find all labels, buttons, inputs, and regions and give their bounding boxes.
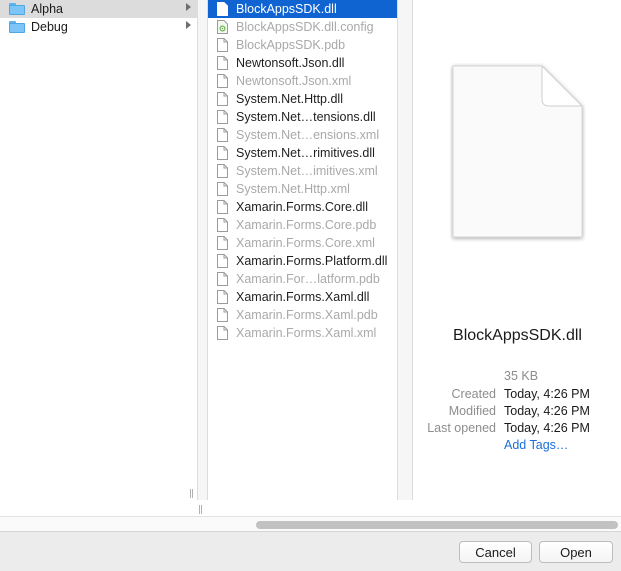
folder-item[interactable]: Alpha bbox=[0, 0, 197, 18]
file-label: BlockAppsSDK.dll bbox=[236, 2, 337, 16]
dialog-footer: Cancel Open bbox=[0, 531, 621, 571]
horizontal-scrollbar[interactable] bbox=[0, 516, 621, 531]
document-icon bbox=[217, 254, 236, 268]
preview-size: 35 KB bbox=[504, 369, 539, 383]
meta-label: Modified bbox=[448, 404, 496, 418]
file-item[interactable]: Xamarin.Forms.Xaml.xml bbox=[208, 324, 397, 342]
file-item[interactable]: Xamarin.Forms.Platform.dll bbox=[208, 252, 397, 270]
file-item[interactable]: System.Net…rimitives.dll bbox=[208, 144, 397, 162]
document-icon bbox=[217, 326, 236, 340]
file-item[interactable]: Xamarin.For…latform.pdb bbox=[208, 270, 397, 288]
document-icon bbox=[217, 2, 236, 16]
file-label: Xamarin.Forms.Core.pdb bbox=[236, 218, 377, 232]
meta-label: Last opened bbox=[427, 421, 496, 435]
file-label: Xamarin.Forms.Xaml.pdb bbox=[236, 308, 378, 322]
file-item[interactable]: Xamarin.Forms.Core.xml bbox=[208, 234, 397, 252]
folder-item[interactable]: Debug bbox=[0, 18, 197, 36]
meta-value: Today, 4:26 PM bbox=[504, 421, 590, 435]
file-label: Newtonsoft.Json.xml bbox=[236, 74, 352, 88]
file-item[interactable]: BlockAppsSDK.dll bbox=[208, 0, 397, 18]
preview-filename: BlockAppsSDK.dll bbox=[453, 327, 582, 344]
file-item[interactable]: System.Net…tensions.dll bbox=[208, 108, 397, 126]
document-icon bbox=[217, 182, 236, 196]
file-item[interactable]: System.Net.Http.xml bbox=[208, 180, 397, 198]
file-label: Xamarin.Forms.Core.dll bbox=[236, 200, 368, 214]
config-file-icon bbox=[217, 20, 236, 34]
file-label: Xamarin.For…latform.pdb bbox=[236, 272, 380, 286]
file-label: System.Net…imitives.xml bbox=[236, 164, 378, 178]
meta-value: Today, 4:26 PM bbox=[504, 404, 590, 418]
chevron-right-icon bbox=[186, 21, 191, 29]
file-item[interactable]: Xamarin.Forms.Xaml.dll bbox=[208, 288, 397, 306]
folder-icon bbox=[9, 3, 25, 15]
document-icon bbox=[217, 56, 236, 70]
file-label: Xamarin.Forms.Xaml.dll bbox=[236, 290, 370, 304]
column-resize-handle[interactable]: || bbox=[187, 488, 195, 500]
document-icon bbox=[217, 290, 236, 304]
document-icon bbox=[217, 218, 236, 232]
document-icon bbox=[217, 74, 236, 88]
document-icon bbox=[217, 146, 236, 160]
folder-label: Debug bbox=[31, 20, 68, 34]
folder-list: Alpha Debug bbox=[0, 0, 197, 36]
file-item[interactable]: Xamarin.Forms.Core.pdb bbox=[208, 216, 397, 234]
document-icon bbox=[217, 308, 236, 322]
document-icon bbox=[217, 272, 236, 286]
file-item[interactable]: BlockAppsSDK.pdb bbox=[208, 36, 397, 54]
column-divider bbox=[198, 0, 207, 500]
meta-label: Created bbox=[451, 387, 496, 401]
cancel-button[interactable]: Cancel bbox=[459, 541, 532, 563]
document-icon bbox=[217, 92, 236, 106]
file-list: BlockAppsSDK.dll BlockAppsSDK.dll.config B… bbox=[208, 0, 397, 342]
file-label: Xamarin.Forms.Platform.dll bbox=[236, 254, 388, 268]
file-item[interactable]: Xamarin.Forms.Core.dll bbox=[208, 198, 397, 216]
folder-column[interactable]: Alpha Debug || bbox=[0, 0, 198, 500]
file-label: System.Net…tensions.dll bbox=[236, 110, 376, 124]
file-label: BlockAppsSDK.pdb bbox=[236, 38, 346, 52]
file-label: System.Net.Http.xml bbox=[236, 182, 350, 196]
preview-pane: BlockAppsSDK.dll 35 KB Created Today, 4:… bbox=[412, 0, 621, 500]
column-resize-handle[interactable]: || bbox=[196, 504, 204, 516]
file-item[interactable]: Xamarin.Forms.Xaml.pdb bbox=[208, 306, 397, 324]
file-label: BlockAppsSDK.dll.config bbox=[236, 20, 374, 34]
document-icon bbox=[217, 110, 236, 124]
chevron-right-icon bbox=[186, 3, 191, 11]
document-icon bbox=[217, 200, 236, 214]
document-preview-icon bbox=[452, 64, 584, 238]
file-label: System.Net…ensions.xml bbox=[236, 128, 380, 142]
file-item[interactable]: System.Net…imitives.xml bbox=[208, 162, 397, 180]
file-label: Xamarin.Forms.Core.xml bbox=[236, 236, 375, 250]
document-icon bbox=[217, 236, 236, 250]
file-label: Xamarin.Forms.Xaml.xml bbox=[236, 326, 377, 340]
file-item[interactable]: System.Net…ensions.xml bbox=[208, 126, 397, 144]
file-item[interactable]: System.Net.Http.dll bbox=[208, 90, 397, 108]
open-button[interactable]: Open bbox=[539, 541, 613, 563]
column-divider bbox=[398, 0, 412, 500]
file-column[interactable]: BlockAppsSDK.dll BlockAppsSDK.dll.config B… bbox=[207, 0, 408, 500]
add-tags-link[interactable]: Add Tags… bbox=[504, 438, 568, 452]
file-label: System.Net.Http.dll bbox=[236, 92, 343, 106]
file-label: Newtonsoft.Json.dll bbox=[236, 56, 345, 70]
file-item[interactable]: Newtonsoft.Json.dll bbox=[208, 54, 397, 72]
column-browser: Alpha Debug || BlockAppsSDK.dll BlockAppsS… bbox=[0, 0, 621, 516]
document-icon bbox=[217, 164, 236, 178]
file-item[interactable]: Newtonsoft.Json.xml bbox=[208, 72, 397, 90]
file-item[interactable]: BlockAppsSDK.dll.config bbox=[208, 18, 397, 36]
meta-value: Today, 4:26 PM bbox=[504, 387, 590, 401]
folder-label: Alpha bbox=[31, 2, 63, 16]
document-icon bbox=[217, 38, 236, 52]
file-label: System.Net…rimitives.dll bbox=[236, 146, 375, 160]
scrollbar-thumb[interactable] bbox=[256, 521, 618, 529]
folder-icon bbox=[9, 21, 25, 33]
document-icon bbox=[217, 128, 236, 142]
